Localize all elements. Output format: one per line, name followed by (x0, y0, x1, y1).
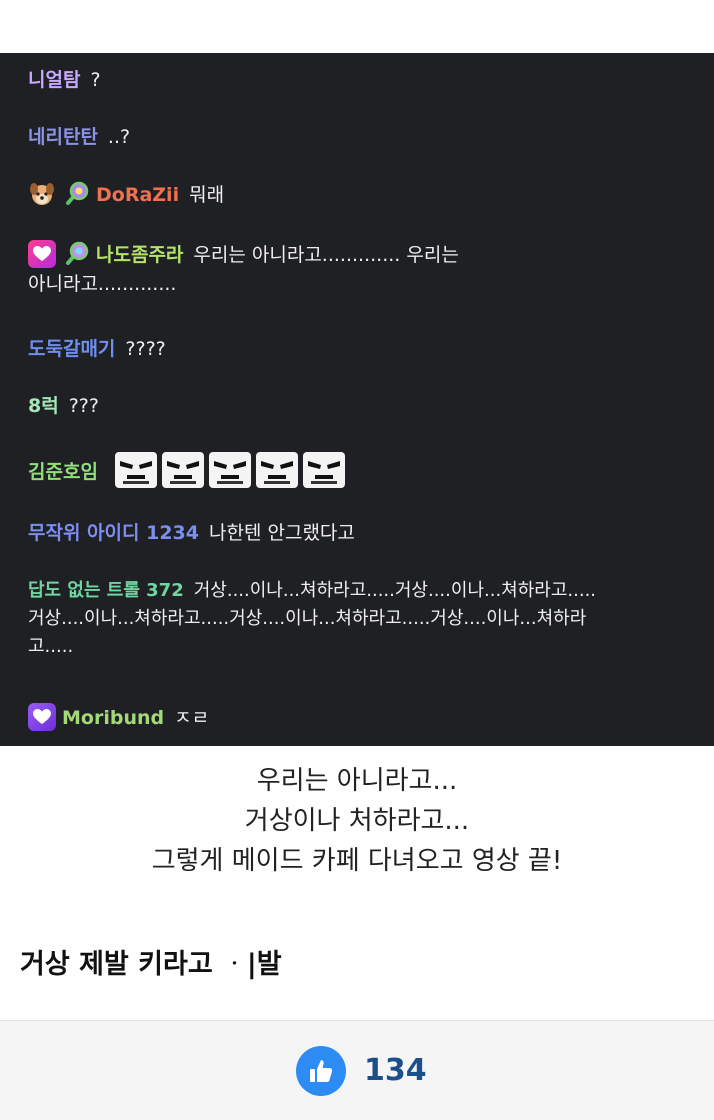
chat-text-continued: 거상....이나...쳐하라고.....거상....이나...쳐하라고.....… (28, 608, 587, 629)
chat-nick[interactable]: 8럭 (28, 395, 59, 417)
chat-message: 나도좀주라 우리는 아니라고............. 우리는 아니라고.....… (28, 239, 700, 298)
heart-badge-icon (28, 239, 56, 268)
chat-text: 뭐래 (189, 184, 225, 206)
chat-text: ??? (68, 395, 99, 417)
like-count: 134 (364, 1053, 427, 1088)
chat-text: 나한텐 안그랬다고 (209, 522, 355, 544)
chat-nick[interactable]: 답도 없는 트롤 372 (28, 580, 184, 601)
like-button[interactable] (296, 1046, 346, 1096)
chat-nick[interactable]: DoRaZii (96, 184, 179, 206)
meme-face-emote-icon (302, 452, 345, 488)
chat-nick[interactable]: 도둑갈매기 (28, 338, 115, 360)
chat-nick[interactable]: Moribund (62, 707, 164, 729)
chat-message: 답도 없는 트롤 372 거상....이나...쳐하라고.....거상....이나… (28, 577, 700, 661)
meme-face-emote-icon (208, 452, 251, 488)
meme-face-emote-icon (255, 452, 298, 488)
chat-message: 무작위 아이디 1234 나한텐 안그랬다고 (28, 519, 700, 547)
chat-nick[interactable]: 니얼탐 (28, 69, 80, 91)
chat-nick[interactable]: 나도좀주라 (96, 244, 183, 266)
caption-line: 우리는 아니라고... (256, 766, 458, 796)
chat-message: 니얼탐? (28, 66, 700, 94)
emote-group (114, 452, 349, 491)
chat-text: 우리는 아니라고............. 우리는 (193, 244, 459, 266)
chat-panel: 니얼탐? 네리탄탄..? DoRaZii 뭐래 나도좀주라 우리는 아니라고....… (0, 53, 714, 746)
dog-face-icon (30, 182, 54, 205)
chat-text: ? (90, 69, 101, 91)
chat-text: ..? (107, 126, 131, 148)
meme-face-emote-icon (114, 452, 157, 488)
chat-text-continued: 아니라고............. (28, 272, 177, 295)
chat-message: 김준호임 (28, 452, 700, 491)
heart-badge-icon (28, 702, 56, 731)
thumbs-up-icon (310, 1060, 333, 1082)
caption-line: 그렇게 메이드 카페 다녀오고 영상 끝! (151, 846, 563, 876)
like-bar: 134 (0, 1020, 714, 1120)
chat-text: ???? (125, 338, 166, 360)
caption-line: 거상이나 처하라고... (244, 806, 470, 836)
chat-nick[interactable]: 무작위 아이디 1234 (28, 522, 199, 544)
magnifier-badge-icon (66, 241, 89, 265)
magnifier-badge-icon (66, 181, 89, 205)
chat-message: 8럭??? (28, 392, 700, 420)
chat-text: 거상....이나...쳐하라고.....거상....이나...쳐하라고..... (193, 580, 597, 601)
post-text: 거상 제발 키라고 ᆞ|발 (20, 949, 282, 980)
chat-message: 네리탄탄..? (28, 123, 700, 151)
meme-face-emote-icon (161, 452, 204, 488)
chat-text: ㅈㄹ (174, 707, 210, 729)
chat-message: 도둑갈매기???? (28, 335, 700, 363)
chat-text-continued: 고..... (28, 636, 74, 657)
chat-nick[interactable]: 김준호임 (28, 461, 98, 483)
chat-nick[interactable]: 네리탄탄 (28, 126, 98, 148)
chat-message: DoRaZii 뭐래 (28, 181, 700, 210)
chat-message: Moribund ㅈㄹ (28, 702, 700, 733)
